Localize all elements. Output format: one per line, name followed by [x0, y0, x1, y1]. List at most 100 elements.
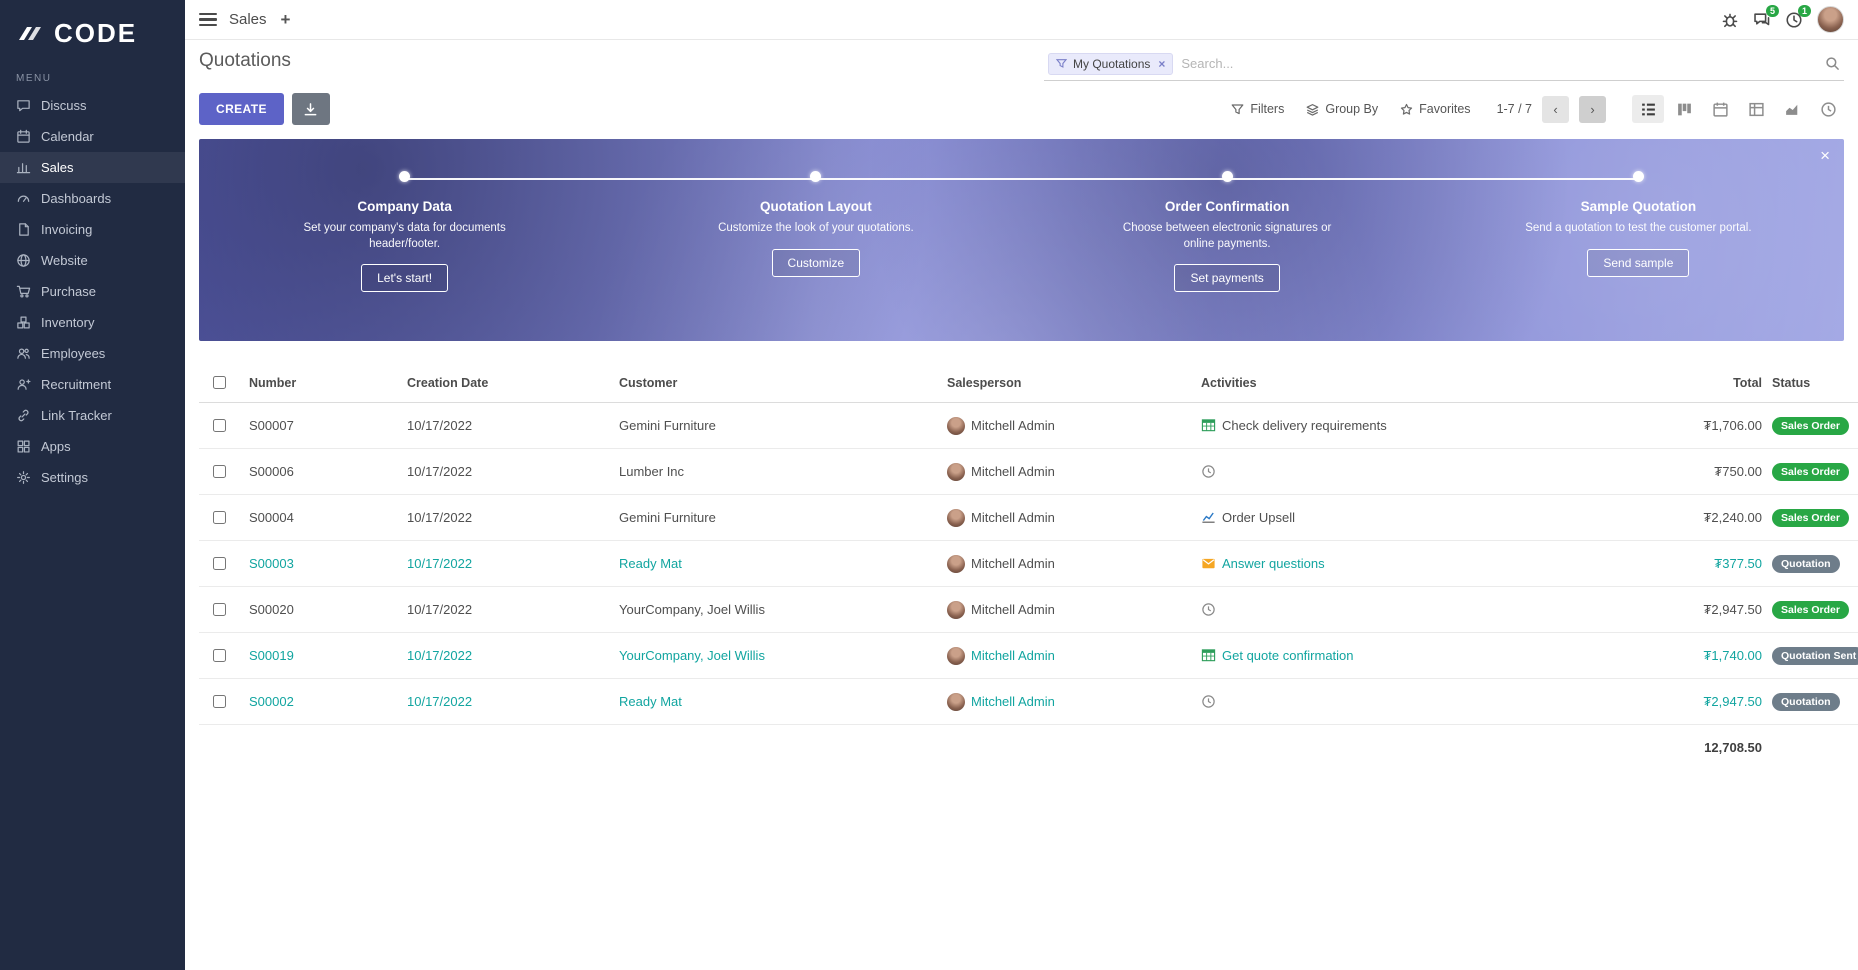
add-tab-button[interactable]: +: [281, 10, 291, 30]
customize-button[interactable]: Customize: [772, 249, 861, 277]
row-activity[interactable]: Order Upsell: [1222, 510, 1295, 525]
spreadsheet-icon[interactable]: [1201, 648, 1216, 663]
messages-icon[interactable]: 5: [1753, 11, 1771, 29]
onboarding-step-sample-quotation: Sample Quotation Send a quotation to tes…: [1433, 171, 1844, 341]
table-row[interactable]: S00004 10/17/2022 Gemini Furniture Mitch…: [199, 495, 1858, 541]
table-row[interactable]: S00003 10/17/2022 Ready Mat Mitchell Adm…: [199, 541, 1858, 587]
clock-icon[interactable]: [1201, 602, 1216, 617]
table-row[interactable]: S00002 10/17/2022 Ready Mat Mitchell Adm…: [199, 679, 1858, 725]
activity-view-button[interactable]: [1812, 95, 1844, 123]
sidebar-item-dashboards[interactable]: Dashboards: [0, 183, 185, 214]
calendar-view-button[interactable]: [1704, 95, 1736, 123]
favorites-button[interactable]: Favorites: [1400, 102, 1470, 116]
row-customer: Gemini Furniture: [613, 510, 941, 525]
send-sample-button[interactable]: Send sample: [1587, 249, 1689, 277]
row-activity[interactable]: Answer questions: [1222, 556, 1325, 571]
pager-next-button[interactable]: ›: [1579, 96, 1606, 123]
filters-button[interactable]: Filters: [1231, 102, 1284, 116]
graph-view-button[interactable]: [1776, 95, 1808, 123]
row-activity[interactable]: Check delivery requirements: [1222, 418, 1387, 433]
sidebar-item-link-tracker[interactable]: Link Tracker: [0, 400, 185, 431]
column-header-customer[interactable]: Customer: [613, 376, 941, 390]
spreadsheet-icon[interactable]: [1201, 418, 1216, 433]
sidebar-item-apps[interactable]: Apps: [0, 431, 185, 462]
envelope-icon[interactable]: [1201, 556, 1216, 571]
activities-clock-icon[interactable]: 1: [1785, 11, 1803, 29]
sidebar-item-website[interactable]: Website: [0, 245, 185, 276]
column-header-total[interactable]: Total: [1636, 376, 1766, 390]
search-bar[interactable]: My Quotations ×: [1044, 50, 1844, 81]
sidebar-item-label: Inventory: [41, 315, 94, 330]
table-row[interactable]: S00019 10/17/2022 YourCompany, Joel Will…: [199, 633, 1858, 679]
row-select-checkbox[interactable]: [213, 649, 226, 662]
sidebar-item-employees[interactable]: Employees: [0, 338, 185, 369]
column-header-creation-date[interactable]: Creation Date: [401, 376, 613, 390]
favorites-label: Favorites: [1419, 102, 1470, 116]
select-all-checkbox[interactable]: [199, 376, 243, 389]
sidebar-item-recruitment[interactable]: Recruitment: [0, 369, 185, 400]
facet-remove-icon[interactable]: ×: [1158, 57, 1165, 71]
app-logo[interactable]: CODE: [0, 0, 185, 63]
create-button[interactable]: CREATE: [199, 93, 284, 125]
search-input[interactable]: [1173, 52, 1825, 75]
sidebar-item-sales[interactable]: Sales: [0, 152, 185, 183]
row-date: 10/17/2022: [401, 602, 613, 617]
status-badge: Quotation Sent: [1772, 647, 1858, 665]
column-header-number[interactable]: Number: [243, 376, 401, 390]
quotations-list: Number Creation Date Customer Salesperso…: [199, 363, 1858, 769]
export-button[interactable]: [292, 93, 330, 125]
pager-previous-button[interactable]: ‹: [1542, 96, 1569, 123]
status-badge: Quotation: [1772, 555, 1840, 573]
pivot-view-button[interactable]: [1740, 95, 1772, 123]
table-header-row: Number Creation Date Customer Salesperso…: [199, 363, 1858, 403]
sales-icon: [16, 160, 31, 175]
sidebar-item-settings[interactable]: Settings: [0, 462, 185, 493]
sidebar-item-purchase[interactable]: Purchase: [0, 276, 185, 307]
salesperson-avatar: [947, 601, 965, 619]
step-description: Choose between electronic signatures or …: [1112, 221, 1342, 252]
line-chart-icon[interactable]: [1201, 510, 1216, 525]
row-customer: Ready Mat: [613, 694, 941, 709]
kanban-view-button[interactable]: [1668, 95, 1700, 123]
row-select-checkbox[interactable]: [213, 557, 226, 570]
navbar-app-title[interactable]: Sales: [229, 11, 267, 28]
user-avatar[interactable]: [1817, 6, 1844, 33]
row-select-checkbox[interactable]: [213, 603, 226, 616]
bug-icon[interactable]: [1721, 11, 1739, 29]
row-select-checkbox[interactable]: [213, 465, 226, 478]
row-customer: YourCompany, Joel Willis: [613, 648, 941, 663]
set-payments-button[interactable]: Set payments: [1174, 264, 1279, 292]
table-row[interactable]: S00007 10/17/2022 Gemini Furniture Mitch…: [199, 403, 1858, 449]
kanban-view-icon: [1676, 101, 1693, 118]
clock-icon[interactable]: [1201, 694, 1216, 709]
group-by-button[interactable]: Group By: [1306, 102, 1378, 116]
search-icon[interactable]: [1825, 56, 1840, 71]
row-select-checkbox[interactable]: [213, 695, 226, 708]
row-select-checkbox[interactable]: [213, 419, 226, 432]
column-header-activities[interactable]: Activities: [1195, 376, 1636, 390]
column-header-status[interactable]: Status: [1766, 376, 1858, 390]
search-facet[interactable]: My Quotations ×: [1048, 53, 1173, 75]
status-badge: Sales Order: [1772, 601, 1849, 619]
row-customer: YourCompany, Joel Willis: [613, 602, 941, 617]
row-select-checkbox[interactable]: [213, 511, 226, 524]
clock-icon[interactable]: [1201, 464, 1216, 479]
page-title: Quotations: [199, 50, 291, 72]
row-activity[interactable]: Get quote confirmation: [1222, 648, 1354, 663]
lets-start-button[interactable]: Let's start!: [361, 264, 448, 292]
activity-view-icon: [1820, 101, 1837, 118]
sidebar-item-calendar[interactable]: Calendar: [0, 121, 185, 152]
hamburger-menu-icon[interactable]: [199, 13, 217, 27]
table-row[interactable]: S00020 10/17/2022 YourCompany, Joel Will…: [199, 587, 1858, 633]
sidebar-item-invoicing[interactable]: Invoicing: [0, 214, 185, 245]
step-dot: [1222, 171, 1233, 182]
sidebar-item-discuss[interactable]: Discuss: [0, 90, 185, 121]
onboarding-step-order-confirmation: Order Confirmation Choose between electr…: [1022, 171, 1433, 341]
table-row[interactable]: S00006 10/17/2022 Lumber Inc Mitchell Ad…: [199, 449, 1858, 495]
sidebar-item-inventory[interactable]: Inventory: [0, 307, 185, 338]
status-badge: Sales Order: [1772, 509, 1849, 527]
list-view-button[interactable]: [1632, 95, 1664, 123]
column-header-salesperson[interactable]: Salesperson: [941, 376, 1195, 390]
row-total: ₮2,240.00: [1636, 510, 1766, 525]
row-total: ₮1,706.00: [1636, 418, 1766, 433]
